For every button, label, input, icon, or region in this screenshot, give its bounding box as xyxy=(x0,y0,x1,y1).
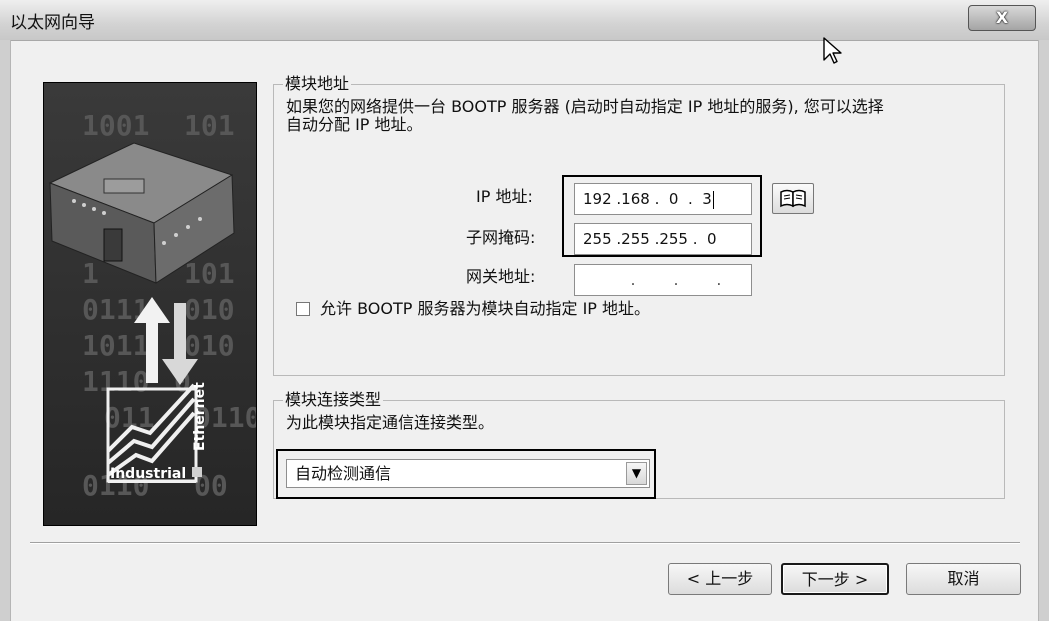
cancel-button[interactable]: 取消 xyxy=(906,563,1021,595)
subnet-mask-label: 子网掩码: xyxy=(466,228,536,247)
ethernet-label: Ethernet xyxy=(192,382,208,451)
title-bar[interactable]: 以太网向导 X xyxy=(0,0,1049,41)
book-icon xyxy=(780,189,806,208)
connection-type-highlight-box xyxy=(276,449,656,499)
gateway-address-label: 网关地址: xyxy=(466,267,536,286)
binary-text: 101 xyxy=(184,109,235,142)
mouse-cursor-icon xyxy=(823,37,842,64)
button-separator xyxy=(30,542,1020,544)
binary-text: 1011 xyxy=(82,329,149,362)
module-address-legend: 模块地址 xyxy=(283,74,352,93)
gateway-address-field[interactable]: . . . xyxy=(574,264,752,296)
next-button[interactable]: 下一步 > xyxy=(781,563,889,595)
bootp-checkbox[interactable] xyxy=(296,302,310,316)
binary-text: 1110 xyxy=(82,365,149,398)
gateway-address-value: . . . xyxy=(583,271,722,289)
ip-subnet-highlight-box xyxy=(562,175,762,257)
connection-type-legend: 模块连接类型 xyxy=(283,390,384,409)
close-icon: X xyxy=(995,8,1009,27)
ip-address-label: IP 地址: xyxy=(476,187,533,206)
module-address-description-line2: 自动分配 IP 地址。 xyxy=(286,115,423,134)
ethernet-wizard-banner: 1001 101 1 101 0111 010 1011 010 1110 0 … xyxy=(43,82,257,526)
ip-address-book-button[interactable] xyxy=(772,183,814,214)
close-button[interactable]: X xyxy=(968,5,1036,31)
connection-type-description: 为此模块指定通信连接类型。 xyxy=(286,413,495,432)
binary-text: 1 xyxy=(82,257,99,290)
bootp-checkbox-label[interactable]: 允许 BOOTP 服务器为模块自动指定 IP 地址。 xyxy=(320,300,650,318)
window-frame-left xyxy=(0,40,11,621)
industrial-label: Industrial xyxy=(110,466,186,482)
window-title: 以太网向导 xyxy=(10,13,95,33)
banner-illustration: 1001 101 1 101 0111 010 1011 010 1110 0 … xyxy=(44,83,256,525)
binary-text: 010 xyxy=(184,329,235,362)
window-frame-right xyxy=(1038,40,1049,621)
module-address-description-line1: 如果您的网络提供一台 BOOTP 服务器 (启动时自动指定 IP 地址的服务),… xyxy=(286,97,884,116)
binary-text: 010 xyxy=(184,293,235,326)
binary-text: 101 xyxy=(184,257,235,290)
binary-text: 1001 xyxy=(82,109,149,142)
back-button[interactable]: < 上一步 xyxy=(668,563,772,595)
